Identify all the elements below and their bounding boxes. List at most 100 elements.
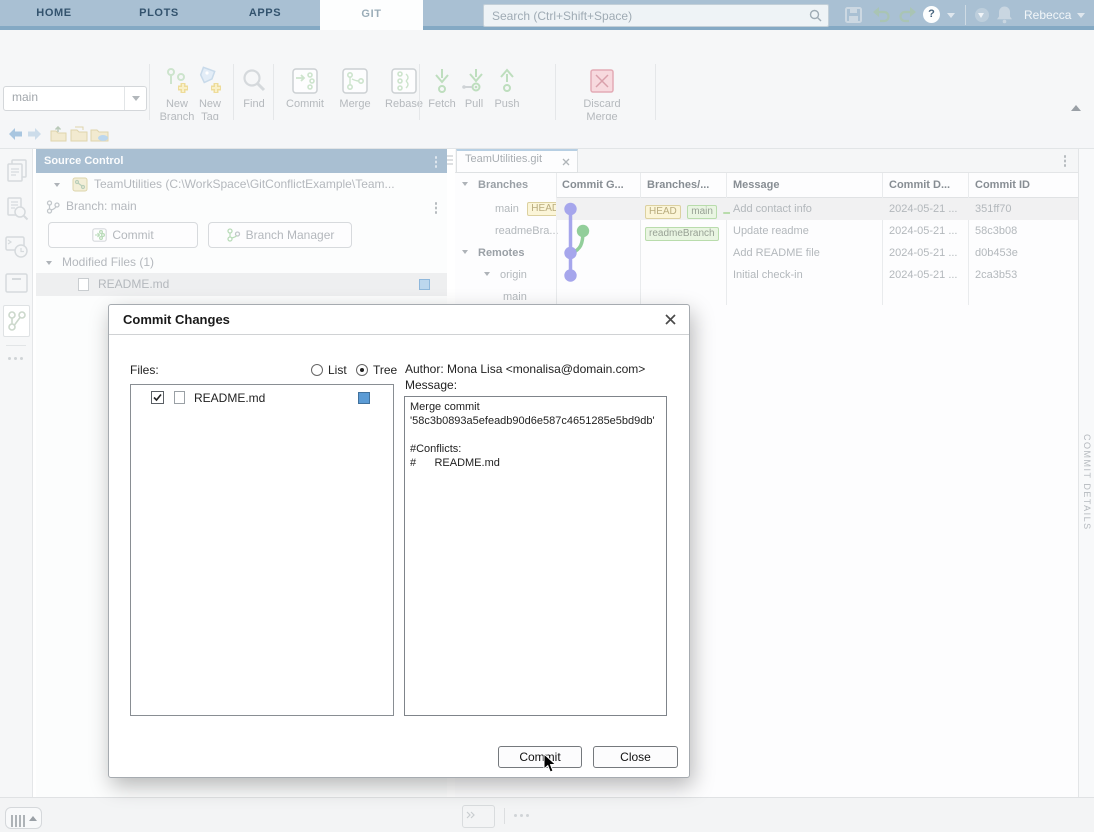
discard-merge-button[interactable]: Discard Merge [573,66,631,124]
save-icon[interactable] [845,7,862,23]
modified-file-name: README.md [98,277,169,291]
check-icon [153,393,162,402]
panel-layout-button[interactable] [5,807,42,829]
conflict-marker-icon[interactable] [358,392,370,404]
chevron-down-icon[interactable] [484,272,490,276]
branch-icon [46,200,60,214]
commit-id: d0b453e [969,242,1078,264]
undo-icon[interactable] [872,7,890,23]
modified-file-row[interactable]: README.md [36,273,447,296]
up-folder-icon[interactable] [50,126,67,142]
commit-icon [92,228,107,242]
chevron-down-icon[interactable] [462,182,468,186]
fetch-button[interactable]: Fetch [425,66,459,111]
forward-icon[interactable] [27,127,42,141]
pull-button[interactable]: Pull [459,66,489,111]
workspace-panel-icon[interactable] [5,273,28,293]
list-radio-label[interactable]: List [328,363,347,377]
push-button[interactable]: Push [491,66,523,111]
col-commit-date[interactable]: Commit D... [883,173,968,198]
message-label: Message: [405,378,457,392]
panel-menu-icon[interactable] [435,156,438,159]
new-tag-icon [195,66,225,96]
branch-row[interactable]: Branch: main [36,196,447,218]
command-history-panel-icon[interactable] [5,235,29,259]
help-dropdown-icon[interactable] [947,13,955,18]
tree-radio-label[interactable]: Tree [373,363,397,377]
sc-commit-button[interactable]: Commit [48,222,198,248]
user-menu[interactable]: Rebecca [1024,0,1071,30]
address-bar: C: WorkSpace GitConflictExample TeamUtil… [0,120,1094,148]
back-icon[interactable] [8,127,23,141]
dialog-file-name[interactable]: README.md [194,391,265,405]
new-folder-icon[interactable] [70,126,88,142]
find-button[interactable]: Find [236,66,272,111]
dialog-close-button[interactable]: Close [593,746,678,768]
commit-details-strip[interactable]: COMMIT DETAILS [1078,149,1094,798]
commit-details-label: COMMIT DETAILS [1082,434,1092,531]
branch-manager-icon [226,228,241,242]
branch-manager-button[interactable]: Branch Manager [208,222,352,248]
commit-message-textarea[interactable]: Merge commit '58c3b0893a5efeadb90d6e587c… [404,396,667,716]
branch-menu-icon[interactable] [435,202,438,205]
file-checkbox[interactable] [151,391,164,404]
file-search-panel-icon[interactable] [5,197,29,221]
tab-git[interactable]: GIT [320,0,423,30]
sidebar-divider [6,345,26,346]
merge-button-ribbon[interactable]: Merge [332,66,378,111]
chevron-down-icon[interactable] [46,261,52,265]
col-commit-graph[interactable]: Commit G... [556,173,640,198]
close-dialog-icon[interactable] [665,314,676,325]
close-tab-icon[interactable] [562,158,570,166]
tree-branches[interactable]: Branches [478,174,528,196]
tree-branch-main[interactable]: main HEAD [495,198,556,220]
toolstrip-tabbar: HOME PLOTS APPS GIT ? [0,0,1094,30]
dialog-commit-button[interactable]: Commit [498,746,582,768]
tree-origin[interactable]: origin [500,264,527,286]
col-commit-id[interactable]: Commit ID [969,173,1078,198]
commit-button-ribbon[interactable]: Commit [283,66,327,111]
repo-path: TeamUtilities (C:\WorkSpace\GitConflictE… [94,177,395,191]
commit-graph [556,198,640,292]
cloud-folder-icon[interactable] [90,126,109,142]
commit-id: 351ff70 [969,198,1078,220]
conflict-marker-icon[interactable] [419,279,430,290]
chevron-down-icon[interactable] [462,250,468,254]
notifications-bell-icon[interactable] [996,5,1013,24]
history-tabrow: TeamUtilities.git [455,149,1078,173]
collapse-ribbon-icon[interactable] [1071,105,1081,111]
panel-splitter[interactable] [446,153,454,169]
history-panel-menu-icon[interactable] [1064,155,1067,158]
chevron-down-icon[interactable] [54,183,60,187]
tree-radio[interactable] [356,364,368,376]
sidebar-more-icon[interactable] [8,357,11,360]
help-icon[interactable]: ? [923,6,940,23]
head-badge: HEAD [527,202,556,216]
statusbar-more-icon[interactable] [514,814,517,817]
search-input[interactable] [490,6,804,25]
tree-remotes[interactable]: Remotes [478,242,524,264]
left-sidebar [0,149,33,798]
tab-home[interactable]: HOME [18,0,90,26]
modified-files-row[interactable]: Modified Files (1) [36,253,447,273]
tab-plots[interactable]: PLOTS [122,0,196,26]
files-panel-icon[interactable] [5,159,28,183]
community-icon[interactable] [975,8,989,22]
current-branch-combo[interactable]: main [3,86,147,111]
command-window-button[interactable] [462,805,495,828]
new-tag-button[interactable]: New Tag [190,66,230,124]
source-control-panel-icon[interactable] [3,305,30,337]
col-branches[interactable]: Branches/... [641,173,726,198]
tree-branch-readme[interactable]: readmeBra... [495,220,559,242]
repo-row[interactable]: TeamUtilities (C:\WorkSpace\GitConflictE… [36,173,447,196]
dialog-files-tree[interactable]: README.md [130,384,394,716]
list-radio[interactable] [311,364,323,376]
user-dropdown-icon[interactable] [1077,13,1085,18]
col-message[interactable]: Message [727,173,882,198]
rebase-button-ribbon[interactable]: Rebase [381,66,427,111]
tab-apps[interactable]: APPS [228,0,302,26]
new-branch-icon [162,66,192,96]
redo-icon[interactable] [899,7,917,23]
tab-teamutilities-git[interactable]: TeamUtilities.git [456,149,578,173]
dialog-titlebar[interactable]: Commit Changes [109,305,689,335]
